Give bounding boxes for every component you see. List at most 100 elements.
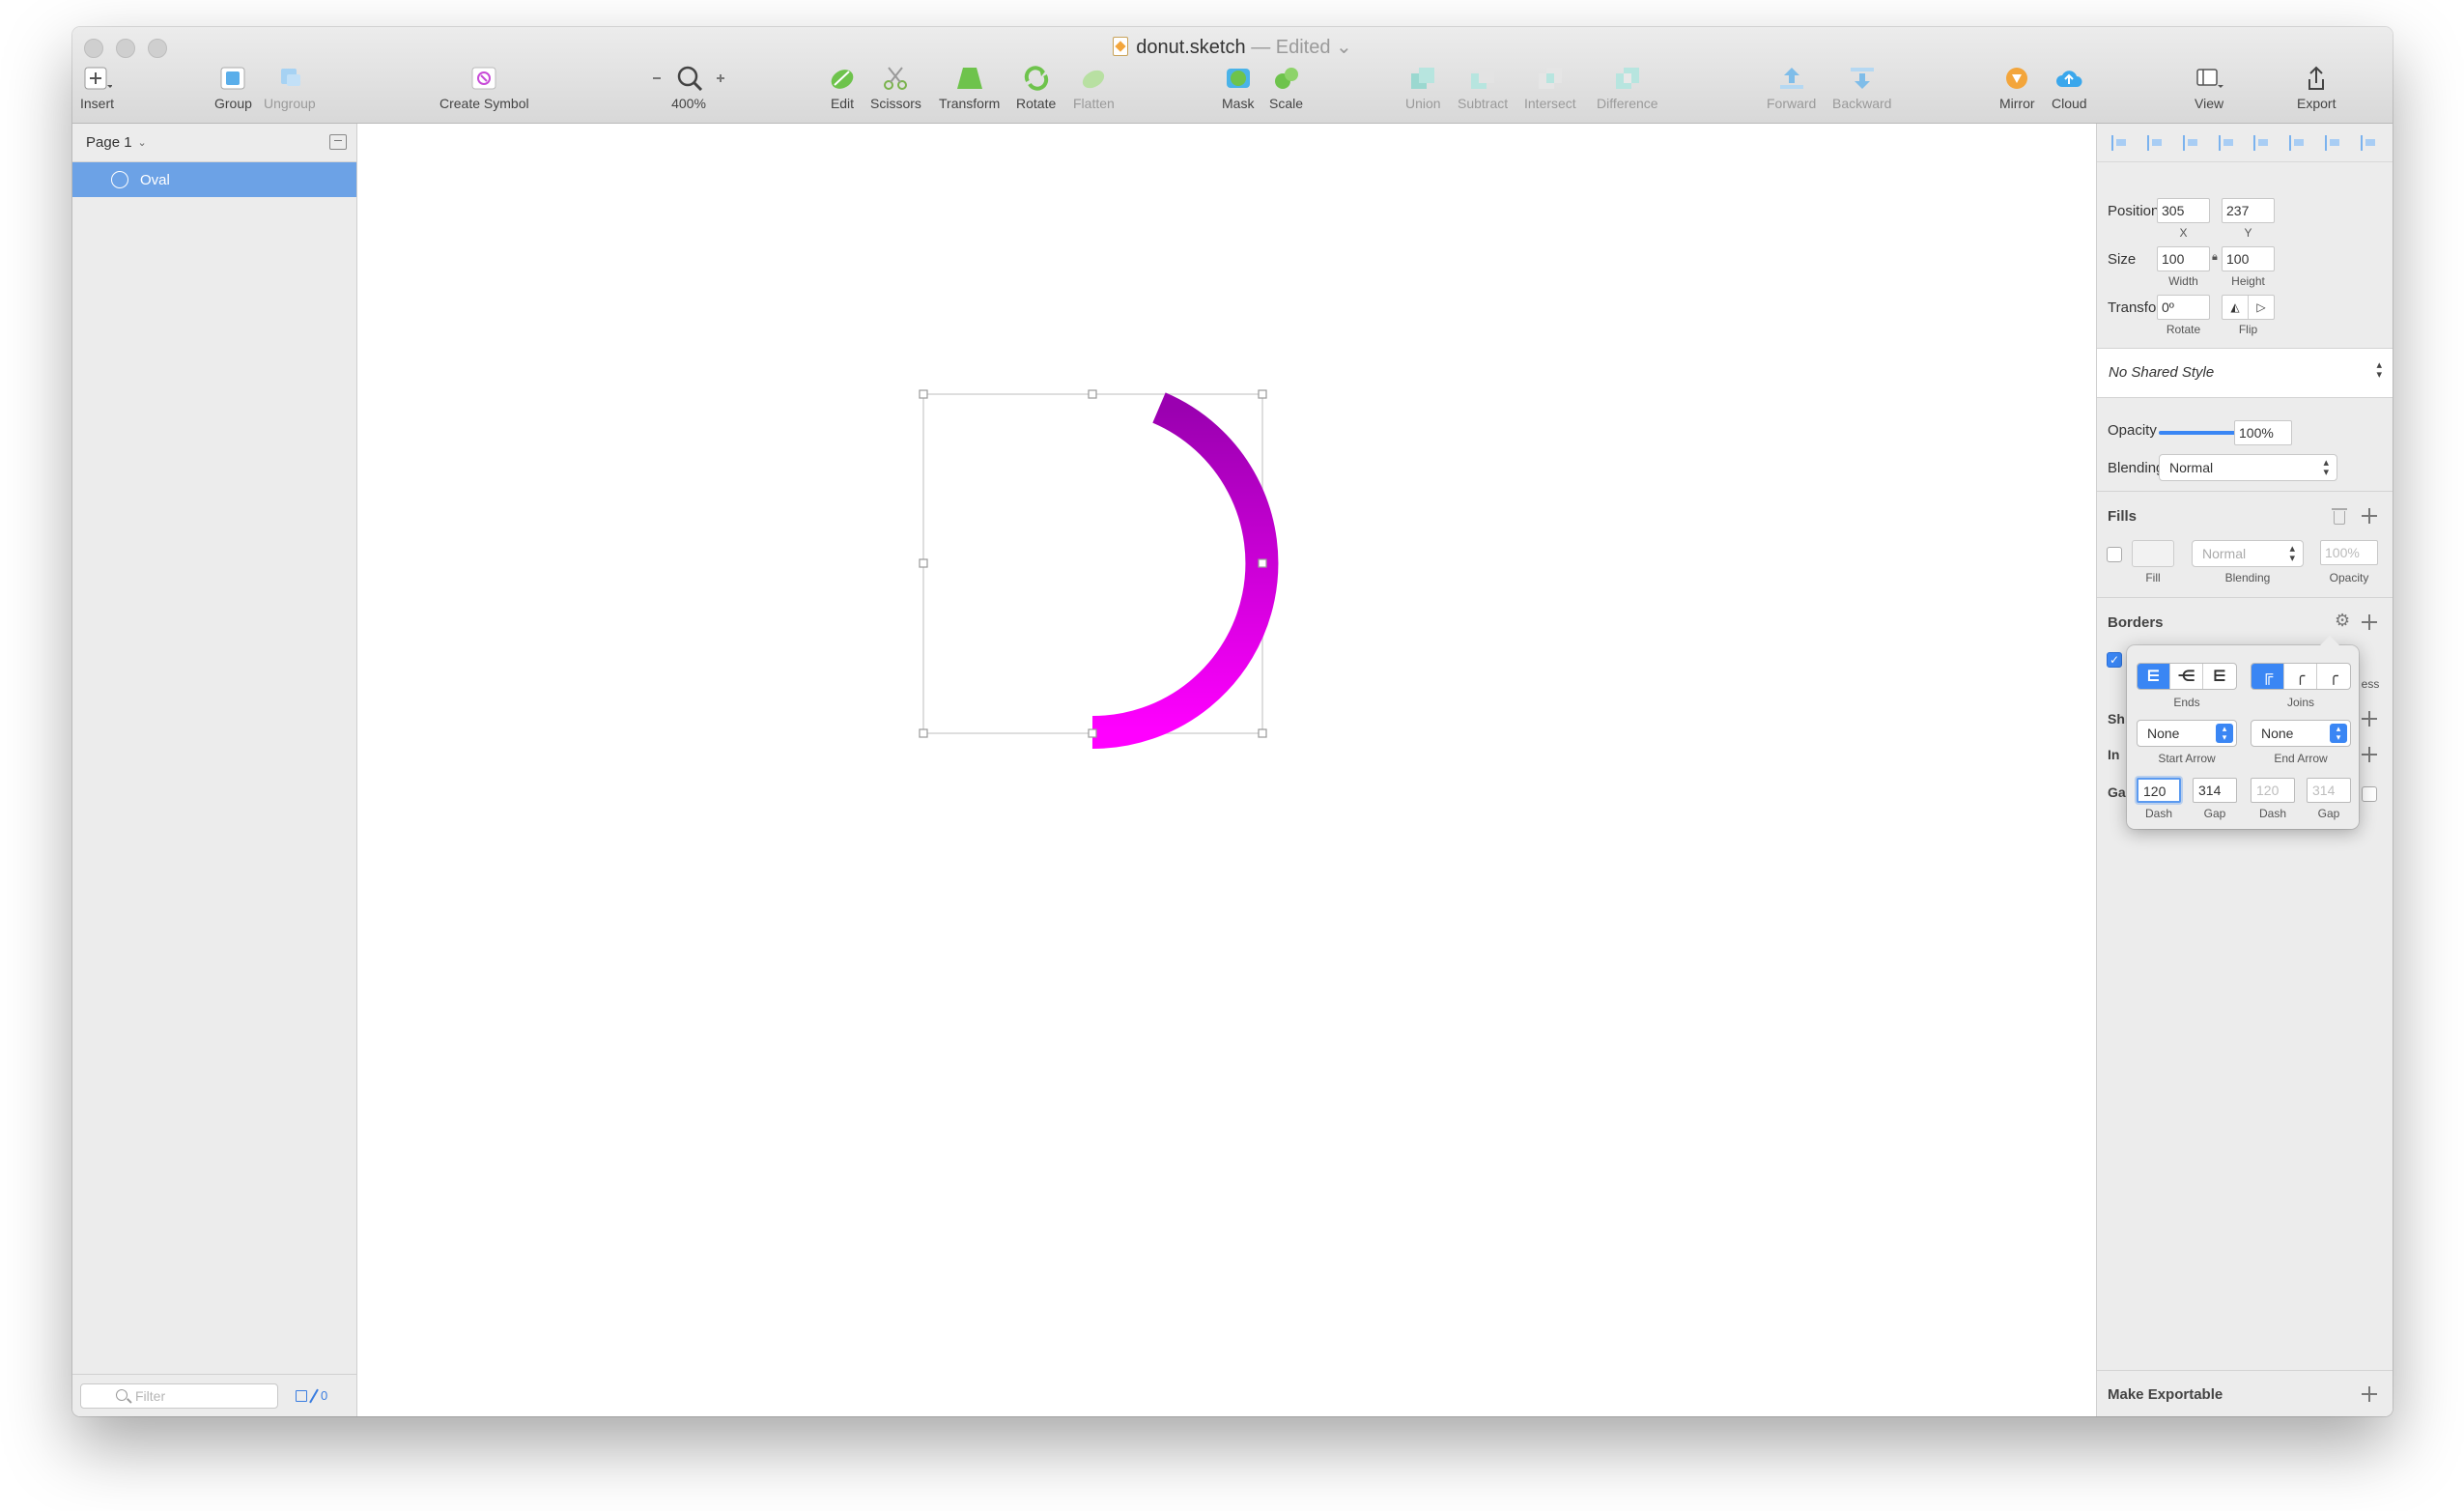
align-bottom-icon[interactable] (2360, 134, 2378, 151)
miter-join-icon[interactable]: ╔ (2252, 664, 2284, 689)
difference-button[interactable]: Difference (1597, 66, 1658, 111)
rotate-button[interactable]: Rotate (1016, 66, 1056, 111)
gap-input-1[interactable]: 314 (2193, 778, 2237, 803)
rotate-input[interactable]: 0º (2157, 295, 2210, 320)
create-symbol-button[interactable]: Create Symbol (439, 66, 529, 111)
intersect-button[interactable]: Intersect (1524, 66, 1576, 111)
add-border-icon[interactable] (2362, 614, 2377, 630)
handle-bottom-left[interactable] (919, 728, 928, 738)
gap-input-2[interactable]: 314 (2307, 778, 2351, 803)
trash-icon[interactable] (2332, 508, 2347, 525)
lock-icon[interactable]: 🔒︎ (2212, 251, 2218, 264)
sketch-window: donut.sketch — Edited ⌄ Insert Group Ung… (72, 27, 2393, 1416)
shared-style-selector[interactable]: No Shared Style ▴ ▾ (2097, 349, 2393, 397)
align-center-icon[interactable] (2218, 134, 2236, 151)
view-button[interactable]: View (2195, 66, 2223, 111)
group-label: Group (214, 96, 252, 111)
add-shadow-icon[interactable] (2362, 711, 2377, 727)
round-join-icon[interactable]: ╭ (2284, 664, 2317, 689)
end-arrow-select[interactable]: None ▴ ▾ (2251, 720, 2351, 747)
page-selector[interactable]: Page 1 ⌄ (72, 124, 356, 162)
border-enabled-checkbox[interactable]: ✓ (2107, 652, 2122, 668)
ungroup-button[interactable]: Ungroup (264, 66, 316, 111)
fill-color-swatch[interactable] (2132, 540, 2174, 567)
dash-input-1[interactable]: 120 (2137, 778, 2181, 803)
add-inner-shadow-icon[interactable] (2362, 747, 2377, 762)
collapse-pages-icon[interactable] (329, 134, 347, 150)
align-top-icon[interactable] (2289, 134, 2307, 151)
transform-button[interactable]: Transform (939, 66, 1000, 111)
borders-section-title: Borders (2108, 614, 2164, 631)
edit-icon (831, 70, 854, 89)
subtract-button[interactable]: Subtract (1458, 66, 1508, 111)
gap-label-2: Gap (2317, 807, 2340, 820)
zoom-control[interactable]: 400% (640, 66, 737, 111)
blending-select[interactable]: Normal ▴ ▾ (2159, 454, 2337, 481)
align-right-icon[interactable] (2253, 134, 2271, 151)
rotate-icon (1024, 66, 1048, 91)
fill-blending-select[interactable]: Normal ▴ ▾ (2192, 540, 2304, 567)
width-input[interactable]: 100 (2157, 246, 2210, 271)
filter-input[interactable]: Filter (80, 1383, 278, 1409)
butt-end-icon[interactable]: ⋿ (2138, 664, 2170, 689)
border-options-popover: ⋿ ⋲ ⋿ ╔ ╭ ╭ Ends Joins None ▴ ▾ None ▴ ▾ S… (2127, 636, 2359, 829)
align-middle-icon[interactable] (2324, 134, 2342, 151)
distribute-vertical-icon[interactable] (2147, 134, 2165, 151)
add-export-icon[interactable] (2362, 1386, 2377, 1402)
donut-arc[interactable] (1091, 392, 1279, 750)
forward-button[interactable]: Forward (1767, 66, 1816, 111)
gaussian-blur-section-title: Ga (2108, 784, 2126, 800)
flip-horizontal-icon[interactable]: ◭ (2223, 296, 2249, 319)
distribute-horizontal-icon[interactable] (2111, 134, 2129, 151)
round-end-icon[interactable]: ⋲ (2170, 664, 2203, 689)
flatten-button[interactable]: Flatten (1073, 66, 1115, 111)
blur-enabled-checkbox[interactable] (2362, 786, 2377, 802)
position-x-input[interactable]: 305 (2157, 198, 2210, 223)
add-fill-icon[interactable] (2362, 508, 2377, 524)
edit-button[interactable]: Edit (828, 66, 857, 111)
group-button[interactable]: Group (214, 66, 252, 111)
width-label: Width (2168, 274, 2198, 288)
export-slices-indicator[interactable]: 0 (296, 1388, 327, 1404)
union-button[interactable]: Union (1405, 66, 1441, 111)
gear-icon[interactable]: ⚙ (2335, 611, 2350, 631)
handle-right[interactable] (1258, 558, 1267, 568)
dash-input-2[interactable]: 120 (2251, 778, 2295, 803)
line-joins-control[interactable]: ╔ ╭ ╭ (2251, 663, 2351, 690)
align-left-icon[interactable] (2182, 134, 2200, 151)
position-y-input[interactable]: 237 (2222, 198, 2275, 223)
cloud-button[interactable]: Cloud (2052, 66, 2087, 111)
line-ends-control[interactable]: ⋿ ⋲ ⋿ (2137, 663, 2237, 690)
height-input[interactable]: 100 (2222, 246, 2275, 271)
canvas[interactable] (357, 124, 2096, 1416)
square-end-icon[interactable]: ⋿ (2203, 664, 2236, 689)
export-button[interactable]: Export (2297, 66, 2336, 111)
handle-top-left[interactable] (919, 389, 928, 399)
chevron-down-icon[interactable]: ⌄ (1336, 37, 1352, 58)
dash-label-2: Dash (2258, 807, 2286, 820)
handle-top[interactable] (1088, 389, 1097, 399)
edited-indicator[interactable]: — Edited (1251, 37, 1330, 58)
insert-button[interactable]: Insert (80, 66, 114, 111)
handle-top-right[interactable] (1258, 389, 1267, 399)
scale-button[interactable]: Scale (1269, 66, 1303, 111)
handle-bottom[interactable] (1088, 728, 1097, 738)
position-label: Position (2108, 203, 2160, 219)
start-arrow-select[interactable]: None ▴ ▾ (2137, 720, 2237, 747)
mask-button[interactable]: Mask (1222, 66, 1254, 111)
flip-control[interactable]: ◭ ▷ (2222, 295, 2275, 320)
bevel-join-icon[interactable]: ╭ (2317, 664, 2350, 689)
mirror-button[interactable]: Mirror (1999, 66, 2035, 111)
canvas-artwork (919, 389, 1279, 750)
share-export-icon (2308, 66, 2325, 90)
flip-vertical-icon[interactable]: ▷ (2249, 296, 2274, 319)
scissors-button[interactable]: Scissors (870, 66, 921, 111)
fill-enabled-checkbox[interactable] (2107, 547, 2122, 562)
backward-button[interactable]: Backward (1832, 66, 1891, 111)
fill-opacity-input[interactable]: 100% (2320, 540, 2378, 565)
handle-left[interactable] (919, 558, 928, 568)
subtract-icon (1471, 68, 1495, 89)
opacity-input[interactable]: 100% (2234, 420, 2292, 445)
handle-bottom-right[interactable] (1258, 728, 1267, 738)
layer-item-oval[interactable]: Oval (72, 162, 356, 197)
